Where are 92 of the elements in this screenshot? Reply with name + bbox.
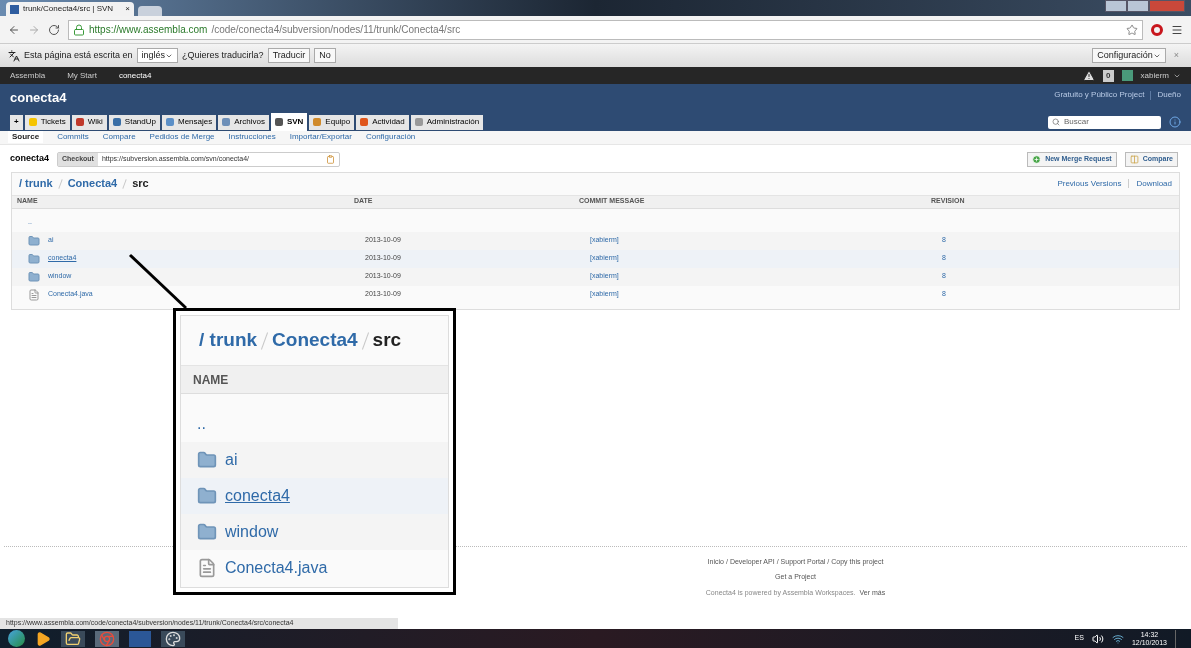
settings-dropdown[interactable]: Configuración bbox=[1092, 47, 1166, 64]
nav-tab[interactable]: Mensajes bbox=[161, 114, 217, 130]
nav-tab[interactable]: Equipo bbox=[309, 114, 355, 130]
download-link[interactable]: Download bbox=[1136, 177, 1172, 190]
nav-tab[interactable]: Tickets bbox=[24, 114, 70, 130]
subnav-tab[interactable]: Configuración bbox=[365, 131, 416, 143]
folder-icon bbox=[28, 252, 40, 265]
user-avatar-icon bbox=[1121, 70, 1133, 81]
file-name-link[interactable]: conecta4 bbox=[225, 484, 290, 508]
file-name-link[interactable]: window bbox=[225, 520, 279, 544]
paint-icon[interactable] bbox=[161, 630, 185, 647]
breadcrumb-link[interactable]: Conecta4 bbox=[67, 175, 118, 192]
volume-icon[interactable] bbox=[1091, 632, 1104, 645]
nav-tab[interactable]: Archivos bbox=[218, 114, 269, 130]
breadcrumb-link[interactable]: / trunk bbox=[199, 326, 258, 355]
project-title: conecta4 bbox=[10, 89, 67, 107]
info-icon[interactable] bbox=[1169, 116, 1181, 128]
current-folder: src bbox=[132, 176, 149, 192]
subnav-tab[interactable]: Source bbox=[8, 131, 44, 143]
nav-link[interactable]: Assembla bbox=[10, 69, 46, 82]
alert-count[interactable]: 0 bbox=[1103, 69, 1114, 82]
columns-icon bbox=[1129, 154, 1139, 164]
address-field[interactable]: https://www.assembla.com /code/conecta4/subversion/nodes/11/trunk/Conecta4/src bbox=[68, 19, 1143, 40]
subnav-tab[interactable]: Compare bbox=[102, 131, 136, 143]
language-dropdown[interactable]: inglés bbox=[136, 47, 179, 64]
subnav-tab[interactable]: Pedidos de Merge bbox=[149, 131, 215, 143]
breadcrumb-link[interactable]: Conecta4 bbox=[272, 326, 358, 355]
tab-icon bbox=[414, 118, 423, 126]
tab-icon bbox=[313, 118, 322, 126]
plus-icon bbox=[1032, 154, 1042, 164]
folder-icon bbox=[197, 522, 217, 542]
folder-icon bbox=[197, 450, 217, 470]
column-header: NAME bbox=[181, 366, 448, 394]
translate-question: ¿Quieres traducirla? bbox=[182, 48, 264, 62]
reload-icon[interactable] bbox=[48, 23, 60, 36]
maximize-button[interactable] bbox=[1127, 0, 1149, 12]
document-app-icon[interactable] bbox=[129, 630, 151, 647]
favicon-icon bbox=[10, 4, 19, 14]
tab-icon bbox=[360, 118, 369, 126]
translate-prompt: Esta página está escrita en bbox=[24, 48, 133, 62]
folder-icon bbox=[28, 270, 40, 283]
bookmark-star-icon[interactable] bbox=[1126, 23, 1138, 36]
media-player-icon[interactable] bbox=[35, 630, 51, 647]
nav-tab[interactable]: Actividad bbox=[356, 114, 409, 130]
start-button[interactable] bbox=[8, 630, 25, 647]
file-name-link[interactable]: ai bbox=[225, 448, 238, 472]
nav-tab[interactable]: + bbox=[10, 114, 23, 130]
translate-button[interactable]: Traducir bbox=[267, 47, 311, 64]
translate-icon bbox=[8, 49, 20, 62]
back-icon[interactable] bbox=[8, 23, 20, 36]
previous-versions-link[interactable]: Previous Versions bbox=[1057, 177, 1122, 190]
tab-icon bbox=[28, 118, 37, 126]
subnav-tab[interactable]: Importar/Exportar bbox=[289, 131, 352, 143]
no-button[interactable]: No bbox=[314, 47, 336, 64]
folder-icon bbox=[28, 234, 40, 247]
menu-icon[interactable] bbox=[1171, 23, 1183, 36]
nav-link[interactable]: My Start bbox=[67, 69, 97, 82]
lock-icon bbox=[73, 23, 85, 36]
minimize-button[interactable] bbox=[1105, 0, 1127, 12]
subnav-tab[interactable]: Commits bbox=[57, 131, 89, 143]
breadcrumb-link[interactable]: / trunk bbox=[19, 175, 53, 192]
role-link[interactable]: Dueño bbox=[1157, 89, 1181, 101]
tab-title: trunk/Conecta4/src | SVN bbox=[23, 3, 114, 15]
nav-tab[interactable]: Wiki bbox=[71, 114, 107, 130]
file-icon bbox=[197, 558, 217, 578]
current-folder: src bbox=[372, 328, 402, 353]
plan-link[interactable]: Gratuito y Público Project bbox=[1054, 89, 1145, 101]
folder-icon[interactable] bbox=[61, 630, 85, 647]
file-name-link[interactable]: Conecta4.java bbox=[225, 556, 328, 580]
tab-icon bbox=[165, 118, 174, 126]
repo-name: conecta4 bbox=[10, 152, 50, 166]
search-icon bbox=[1052, 118, 1060, 126]
tab-icon bbox=[222, 118, 231, 126]
network-icon[interactable] bbox=[1111, 632, 1124, 645]
extension-icon[interactable] bbox=[1151, 23, 1163, 36]
nav-tab[interactable]: SVN bbox=[270, 112, 308, 131]
browser-icon[interactable] bbox=[95, 630, 119, 647]
nav-tab[interactable]: StandUp bbox=[108, 114, 160, 130]
warning-icon[interactable] bbox=[1083, 69, 1096, 82]
file-icon bbox=[28, 288, 40, 301]
tab-icon bbox=[274, 117, 283, 126]
search-field[interactable]: Buscar bbox=[1048, 115, 1161, 129]
tab-icon bbox=[75, 118, 84, 126]
nav-tab[interactable]: Administración bbox=[410, 114, 484, 130]
tab-icon bbox=[112, 118, 121, 126]
close-tab-button[interactable]: × bbox=[125, 3, 130, 15]
user-menu[interactable]: xabierm bbox=[1140, 69, 1181, 82]
subnav-tab[interactable]: Instrucciones bbox=[228, 131, 276, 143]
browser-tab[interactable]: trunk/Conecta4/src | SVN × bbox=[6, 2, 134, 16]
nav-link[interactable]: conecta4 bbox=[118, 69, 152, 82]
file-name-link[interactable]: .. bbox=[197, 412, 206, 436]
folder-icon bbox=[197, 486, 217, 506]
